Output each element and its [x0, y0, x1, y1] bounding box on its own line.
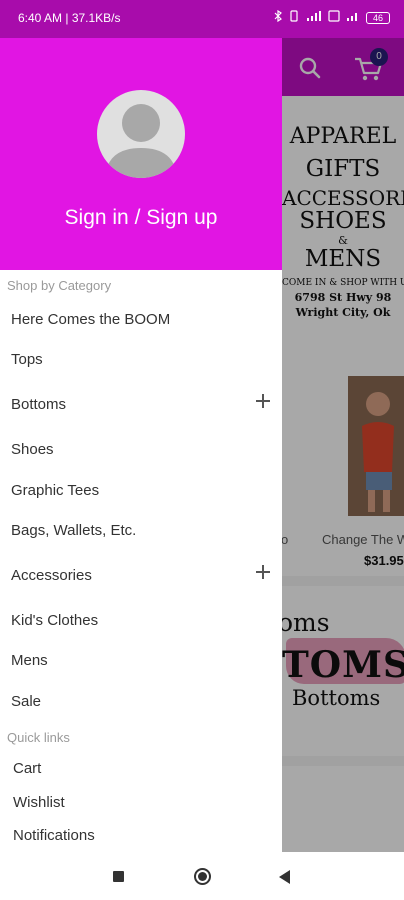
signal-icon — [306, 10, 322, 25]
category-item-sale[interactable]: Sale — [0, 682, 282, 722]
category-label: Bottoms — [11, 396, 67, 413]
section-label-shop-by-category: Shop by Category — [7, 278, 112, 293]
volte-icon — [328, 10, 340, 25]
category-label: Kid's Clothes — [11, 612, 99, 629]
recents-icon[interactable] — [113, 871, 124, 882]
expand-plus-icon[interactable] — [256, 565, 270, 579]
signal-icon — [346, 10, 360, 25]
system-nav-bar — [0, 852, 404, 900]
vibrate-icon — [288, 10, 300, 25]
drawer-header: Sign in / Sign up — [0, 38, 282, 270]
category-label: Bags, Wallets, Etc. — [11, 522, 137, 539]
battery-icon: 46 — [366, 11, 390, 24]
status-icons: 46 — [274, 9, 390, 25]
quick-link-label: Wishlist — [13, 794, 65, 811]
avatar-icon[interactable] — [97, 90, 185, 178]
bluetooth-icon — [274, 9, 282, 25]
quick-link-label: Notifications — [13, 827, 95, 844]
status-time: 6:40 AM | 37.1KB/s — [18, 11, 121, 25]
category-item-kids-clothes[interactable]: Kid's Clothes — [0, 601, 282, 641]
status-bar: 6:40 AM | 37.1KB/s 46 — [0, 0, 404, 38]
category-item-bottoms[interactable]: Bottoms — [0, 385, 282, 425]
category-label: Mens — [11, 652, 48, 669]
category-label: Tops — [11, 351, 43, 368]
quick-link-notifications[interactable]: Notifications — [0, 819, 282, 851]
category-item-shoes[interactable]: Shoes — [0, 430, 282, 470]
category-label: Here Comes the BOOM — [11, 311, 171, 328]
home-icon[interactable] — [194, 868, 211, 885]
expand-plus-icon[interactable] — [256, 394, 270, 408]
sign-in-button[interactable]: Sign in / Sign up — [0, 206, 282, 230]
back-icon[interactable] — [279, 870, 290, 884]
category-item-mens[interactable]: Mens — [0, 641, 282, 681]
category-label: Shoes — [11, 441, 54, 458]
navigation-drawer: Sign in / Sign up Shop by Category Here … — [0, 38, 282, 852]
category-item-accessories[interactable]: Accessories — [0, 556, 282, 596]
category-item-graphic-tees[interactable]: Graphic Tees — [0, 471, 282, 511]
category-item-bags-wallets[interactable]: Bags, Wallets, Etc. — [0, 511, 282, 551]
battery-level: 46 — [372, 12, 383, 23]
quick-link-cart[interactable]: Cart — [0, 752, 282, 784]
section-label-quick-links: Quick links — [7, 730, 70, 745]
category-label: Graphic Tees — [11, 482, 100, 499]
quick-link-wishlist[interactable]: Wishlist — [0, 786, 282, 818]
category-label: Accessories — [11, 567, 92, 584]
category-label: Sale — [11, 693, 42, 710]
category-item-here-comes-the-boom[interactable]: Here Comes the BOOM — [0, 300, 282, 340]
quick-link-label: Cart — [13, 760, 42, 777]
category-item-tops[interactable]: Tops — [0, 340, 282, 380]
